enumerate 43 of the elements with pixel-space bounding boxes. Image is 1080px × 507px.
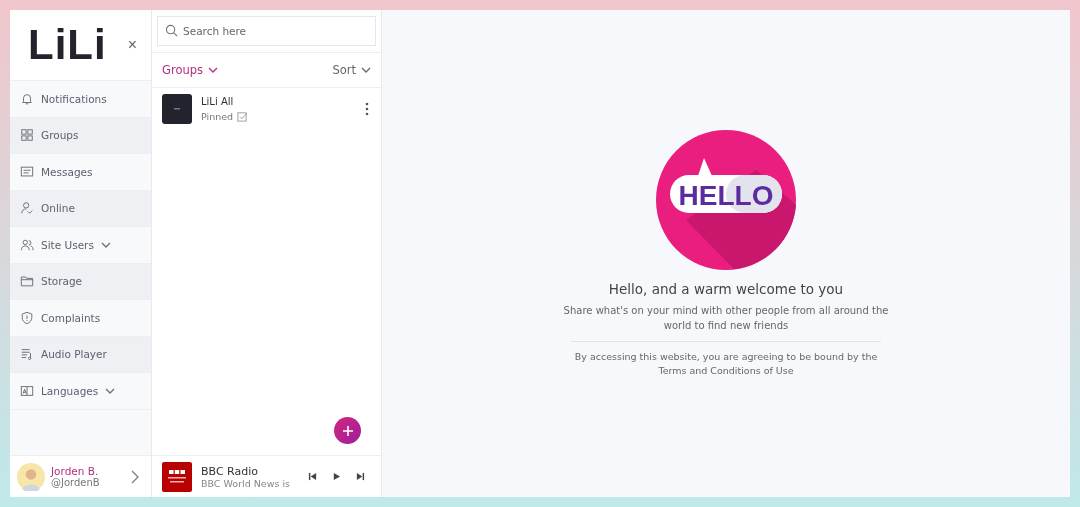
group-name: LiLi All	[201, 96, 235, 107]
group-avatar-icon	[162, 94, 192, 124]
chevron-down-icon	[361, 67, 371, 73]
chevron-right-icon	[131, 469, 139, 484]
user-handle: @JordenB	[51, 477, 101, 488]
welcome-text: Share what's on your mind with other people from all around the world to find new friends	[562, 304, 890, 333]
playlist-icon	[20, 347, 34, 362]
user-name: Jorden B.	[51, 465, 100, 477]
sidebar-item[interactable]: Groups	[10, 117, 151, 154]
group-item[interactable]: LiLi All Pinned	[152, 88, 381, 130]
search-icon	[165, 24, 178, 37]
sort-dropdown[interactable]: Sort	[332, 63, 371, 77]
previous-icon[interactable]	[308, 472, 317, 481]
plus-icon	[341, 424, 354, 437]
users-icon	[20, 237, 34, 252]
station-logo	[162, 461, 192, 492]
next-icon[interactable]	[356, 472, 365, 481]
station-title: BBC Radio	[201, 464, 259, 478]
avatar-icon	[17, 462, 45, 491]
bell-icon	[20, 91, 34, 106]
more-icon[interactable]	[365, 102, 369, 116]
close-button[interactable]: ×	[127, 36, 137, 54]
logo: LiLi	[28, 21, 107, 69]
user-card[interactable]: Jorden B. @JordenB	[10, 455, 151, 497]
sidebar-item[interactable]: Storage	[10, 263, 151, 300]
user-check-icon	[20, 201, 34, 216]
sidebar-item[interactable]: Online	[10, 190, 151, 227]
sidebar-item[interactable]: Audio Player	[10, 336, 151, 373]
grid-icon	[20, 128, 34, 143]
chevron-down-icon	[208, 67, 218, 73]
add-button[interactable]	[334, 417, 361, 444]
translate-icon	[20, 383, 34, 398]
folder-icon	[20, 274, 34, 289]
hello-illustration: HELLO	[656, 130, 796, 270]
play-icon[interactable]	[332, 472, 341, 481]
station-subtitle: BBC World News is	[201, 477, 292, 489]
terms-text: By accessing this website, you are agreeing to be bound by the Terms and Conditions of Use	[573, 350, 879, 378]
shield-icon	[20, 310, 34, 325]
groups-dropdown[interactable]: Groups	[162, 63, 218, 77]
search-field[interactable]: Search here	[157, 16, 376, 46]
welcome-title: Hello, and a warm welcome to you	[608, 281, 844, 297]
message-icon	[20, 164, 34, 179]
group-status: Pinned	[201, 111, 234, 122]
